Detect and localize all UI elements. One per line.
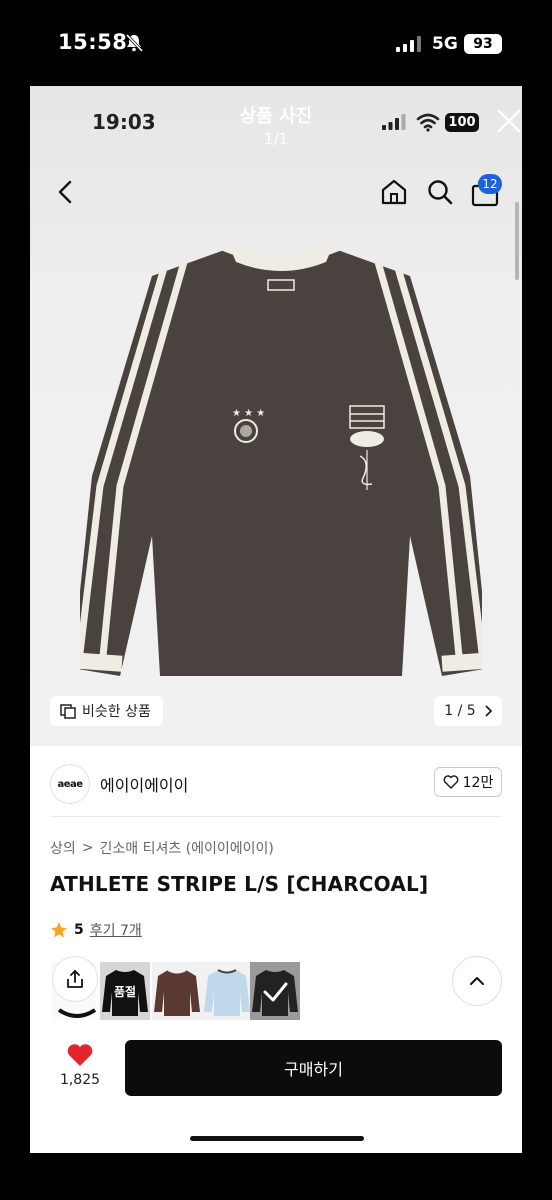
viewer-count: 1/1 <box>263 130 289 148</box>
buy-button[interactable]: 구매하기 <box>125 1040 502 1096</box>
product-title: ATHLETE STRIPE L/S [CHARCOAL] <box>50 872 429 896</box>
back-chevron-icon[interactable] <box>54 178 78 206</box>
brand-like-button[interactable]: 12만 <box>434 767 502 797</box>
scroll-indicator[interactable] <box>515 202 519 280</box>
home-indicator[interactable] <box>190 1136 364 1141</box>
brand-like-count: 12만 <box>462 775 494 791</box>
svg-text:★ ★ ★: ★ ★ ★ <box>232 408 265 419</box>
photo-page-text: 1 / 5 <box>444 703 476 719</box>
network-type: 5G <box>432 34 458 54</box>
heart-outline-icon <box>443 775 459 789</box>
rating-score: 5 <box>74 922 84 938</box>
breadcrumb-subcategory[interactable]: 긴소매 티셔츠 (에이이에이이) <box>100 838 274 858</box>
color-swatch-charcoal[interactable] <box>152 962 202 1020</box>
star-icon <box>51 922 67 938</box>
app-screenshot: 19:03 100 상품 사진 1/1 12 ★ ★ ★ 비슷한 상품 1 / … <box>30 86 522 1153</box>
photo-page-indicator[interactable]: 1 / 5 <box>434 696 502 726</box>
brand-row: aeae 에이이에이이 12만 <box>50 764 502 810</box>
product-rating: 5 후기 7개 <box>50 920 142 940</box>
color-swatch-black-sold-out[interactable]: 품절 <box>100 962 150 1020</box>
brand-logo[interactable]: aeae <box>50 764 90 804</box>
device-status-bar: 15:58 5G 93 <box>0 0 552 86</box>
color-swatch-sky-blue[interactable] <box>202 962 252 1020</box>
divider <box>50 816 502 817</box>
scroll-to-top-button[interactable] <box>452 956 502 1006</box>
cellular-signal-icon <box>396 36 421 52</box>
brand-name[interactable]: 에이이에이이 <box>100 772 188 796</box>
swatch-image <box>202 962 252 1020</box>
swatch-image <box>152 962 202 1020</box>
wishlist-heart-icon[interactable] <box>66 1042 94 1068</box>
search-icon[interactable] <box>426 178 454 206</box>
color-swatch-selected[interactable] <box>250 962 300 1020</box>
purchase-bar: 1,825 구매하기 <box>30 1032 522 1153</box>
similar-icon <box>60 704 76 719</box>
breadcrumb-category[interactable]: 상의 <box>50 838 76 858</box>
device-battery: 93 <box>464 34 502 54</box>
home-icon[interactable] <box>380 178 408 206</box>
breadcrumb: 상의 > 긴소매 티셔츠 (에이이에이이) <box>50 838 274 858</box>
bell-muted-icon <box>125 33 144 53</box>
product-shirt-image[interactable]: ★ ★ ★ <box>80 236 482 686</box>
wishlist-count: 1,825 <box>59 1072 101 1088</box>
similar-products-button[interactable]: 비슷한 상품 <box>50 696 163 726</box>
share-button[interactable] <box>52 956 98 1002</box>
product-photo: 19:03 100 상품 사진 1/1 12 ★ ★ ★ 비슷한 상품 1 / … <box>30 86 522 746</box>
share-icon <box>67 970 83 988</box>
device-time: 15:58 <box>58 30 128 54</box>
sold-out-label: 품절 <box>113 984 137 999</box>
similar-products-label: 비슷한 상품 <box>82 704 151 720</box>
viewer-title: 상품 사진 <box>239 106 313 127</box>
cart-count-badge: 12 <box>478 174 502 194</box>
chevron-right-icon <box>485 705 492 717</box>
close-icon[interactable] <box>496 108 522 134</box>
breadcrumb-separator: > <box>81 840 94 856</box>
chevron-up-icon <box>470 977 484 985</box>
reviews-link[interactable]: 후기 7개 <box>90 920 142 940</box>
swatch-image <box>250 962 300 1020</box>
